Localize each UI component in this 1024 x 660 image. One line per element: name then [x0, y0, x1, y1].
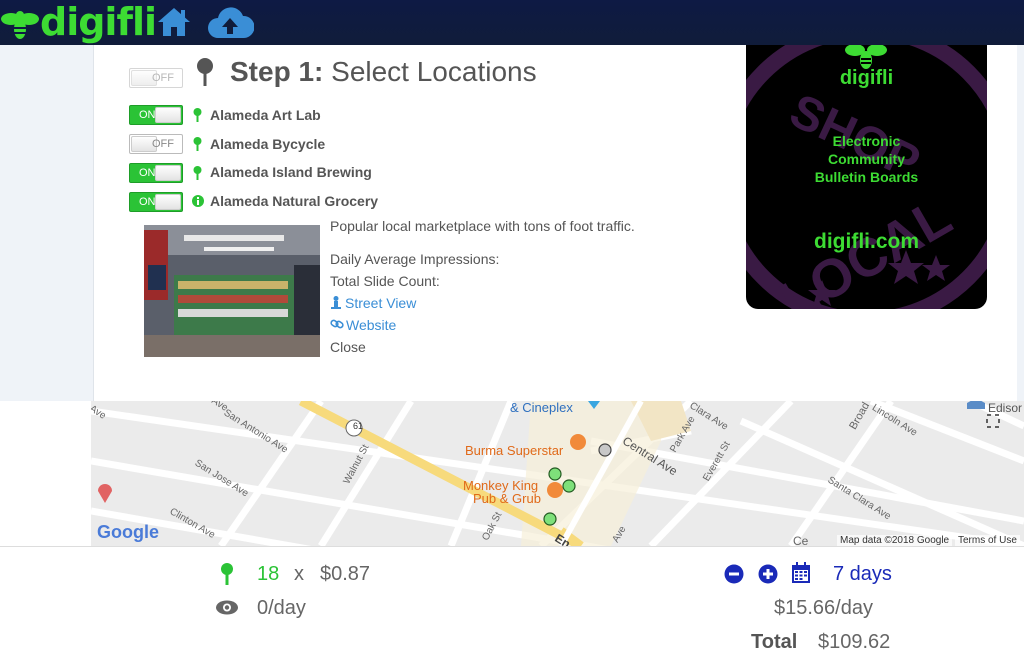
total-label: Total	[751, 631, 798, 653]
location-toggle-natural-grocery[interactable]: ON	[129, 192, 183, 212]
toggle-knob	[155, 107, 181, 123]
ad-line: Electronic	[832, 133, 901, 149]
ad-brand: digifli	[839, 67, 894, 89]
times-sign: x	[294, 563, 304, 585]
pin-icon	[193, 137, 202, 151]
location-name[interactable]: Alameda Art Lab	[210, 107, 321, 123]
impressions-label: Daily Average Impressions:	[330, 251, 500, 267]
location-name[interactable]: Alameda Island Brewing	[210, 164, 372, 180]
top-navbar: digifli	[0, 0, 1024, 45]
cloud-upload-icon[interactable]	[206, 6, 254, 40]
plus-circle-icon[interactable]	[758, 564, 778, 584]
street-label: Ce	[793, 534, 809, 546]
step-toggle[interactable]: OFF	[129, 68, 183, 88]
pin-icon	[221, 563, 233, 585]
eye-icon	[216, 600, 238, 615]
map-place[interactable]: Edisor	[988, 401, 1022, 415]
toggle-knob	[155, 165, 181, 181]
location-toggle-island-brewing[interactable]: ON	[129, 163, 183, 183]
toggle-label: OFF	[152, 138, 174, 150]
location-description: Popular local marketplace with tons of f…	[330, 218, 635, 234]
slide-count-label: Total Slide Count:	[330, 273, 440, 289]
ad-url: digifli.com	[814, 230, 919, 253]
step-label: Select Locations	[323, 56, 537, 87]
page-title: Step 1: Select Locations	[230, 56, 537, 88]
location-count: 18	[257, 563, 280, 585]
locations-map[interactable]: 61 & Cineplex Burma Superstar Monkey Kin…	[91, 401, 1024, 546]
website-link[interactable]: Website	[346, 317, 396, 333]
map-attribution: Map data ©2018 Google	[837, 535, 953, 546]
location-name[interactable]: Alameda Bycycle	[210, 136, 325, 152]
home-icon[interactable]	[156, 6, 192, 38]
info-icon[interactable]	[192, 195, 204, 207]
close-link[interactable]: Close	[330, 339, 366, 355]
impressions-per-day: 0/day	[257, 597, 306, 619]
map-pin-icon	[197, 58, 213, 86]
total-value: $109.62	[818, 631, 891, 653]
street-view-icon	[331, 296, 341, 309]
price-per-location: $0.87	[320, 563, 371, 585]
brand-name: digifli	[40, 0, 157, 44]
left-gutter	[0, 45, 93, 401]
street-view-link[interactable]: Street View	[345, 295, 416, 311]
ad-line: Community	[828, 151, 905, 167]
pin-icon	[193, 166, 202, 180]
brand-logo[interactable]: digifli	[0, 0, 157, 45]
daily-cost: $15.66/day	[774, 597, 873, 619]
link-icon	[330, 319, 344, 329]
toggle-label: ON	[139, 196, 156, 208]
duration-days[interactable]: 7 days	[833, 563, 892, 586]
toggle-label: ON	[139, 109, 156, 121]
digifli-advertisement[interactable]: SHOP LOCAL digifli Electronic Community …	[746, 45, 987, 309]
location-toggle-art-lab[interactable]: ON	[129, 105, 183, 125]
terms-of-use-link[interactable]: Terms of Use	[955, 535, 1020, 546]
map-place[interactable]: Pub & Grub	[473, 491, 541, 506]
location-name[interactable]: Alameda Natural Grocery	[210, 193, 378, 209]
map-place[interactable]: Burma Superstar	[465, 443, 563, 458]
toggle-label: OFF	[152, 72, 174, 84]
route-badge: 61	[353, 421, 364, 431]
toggle-label: ON	[139, 167, 156, 179]
calendar-icon[interactable]	[791, 562, 811, 584]
ad-line: Bulletin Boards	[814, 169, 919, 185]
minus-circle-icon[interactable]	[724, 564, 744, 584]
pin-icon	[193, 108, 202, 122]
google-logo[interactable]: Google	[97, 522, 159, 543]
location-toggle-bycycle[interactable]: OFF	[129, 134, 183, 154]
ad-tagline: Electronic Community Bulletin Boards	[746, 132, 987, 186]
map-place[interactable]: & Cineplex	[510, 401, 573, 415]
location-photo	[144, 225, 320, 357]
step-number: Step 1:	[230, 56, 324, 87]
right-gutter	[1016, 45, 1024, 401]
bee-logo-icon	[1, 10, 39, 39]
toggle-knob	[155, 194, 181, 210]
